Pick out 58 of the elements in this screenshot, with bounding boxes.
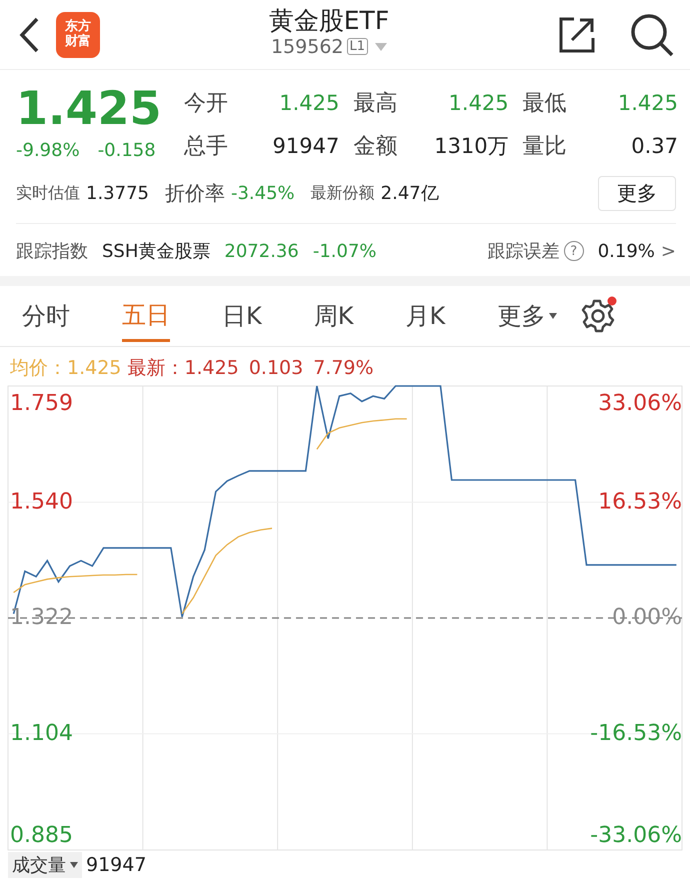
share-icon[interactable]	[558, 16, 596, 54]
price-axis-label: 1.104	[10, 720, 73, 746]
stat-value: 1.425	[279, 91, 340, 116]
index-name: SSH黄金股票	[102, 240, 210, 263]
level-badge: L1	[346, 38, 368, 55]
tracking-label: 跟踪指数	[16, 240, 88, 263]
fund-title: 黄金股ETF	[268, 6, 390, 36]
search-icon[interactable]	[630, 12, 674, 56]
price-axis-label: 0.885	[10, 823, 73, 848]
latest-percent: 7.79%	[313, 357, 374, 379]
info-value: -3.45%	[230, 182, 295, 204]
index-value: 2072.36	[224, 240, 299, 262]
tracking-error-label: 跟踪误差	[488, 240, 560, 263]
index-change: -1.07%	[312, 240, 377, 262]
stat-value: 1.425	[618, 91, 678, 116]
percent-axis-label: -16.53%	[590, 720, 682, 746]
tracking-error-value: 0.19%	[598, 240, 655, 262]
percent-axis-label: 0.00%	[612, 605, 682, 630]
info-value: 1.3775	[86, 182, 149, 204]
chart-tab[interactable]: 分时	[22, 292, 70, 340]
percent-axis-label: 33.06%	[598, 391, 682, 416]
price-axis-label: 1.322	[10, 605, 73, 630]
fund-code: 159562	[270, 36, 344, 58]
price-axis-label: 1.759	[10, 391, 73, 416]
stat-value: 91947	[272, 134, 340, 158]
info-label: 实时估值	[16, 182, 80, 204]
stat-label: 金额	[353, 132, 398, 161]
percent-axis-label: 16.53%	[598, 489, 682, 514]
chart-tab[interactable]: 周K	[314, 292, 354, 340]
info-value: 2.47亿	[380, 182, 439, 205]
volume-dropdown[interactable]: 成交量	[8, 852, 82, 878]
more-menu-tab[interactable]: 更多	[497, 292, 558, 340]
volume-value: 91947	[86, 854, 146, 876]
stat-label: 最低	[522, 90, 567, 118]
help-icon[interactable]: ?	[564, 241, 584, 261]
stat-value: 1.425	[448, 91, 509, 116]
back-icon[interactable]	[18, 16, 40, 54]
change-percent: -9.98%	[16, 140, 80, 161]
stat-label: 今开	[184, 90, 228, 118]
average-price-label: 均价：1.425	[10, 356, 122, 381]
last-price: 1.425	[16, 80, 163, 136]
chevron-link[interactable]: >	[660, 240, 676, 262]
stat-label: 最高	[353, 90, 398, 118]
percent-axis-label: -33.06%	[590, 823, 682, 848]
info-label: 最新份额	[310, 182, 375, 204]
stat-value: 0.37	[631, 134, 678, 158]
stat-label: 量比	[522, 132, 567, 161]
stat-value: 1310万	[434, 132, 509, 160]
stat-label: 总手	[184, 132, 228, 161]
app-logo: 东方 财富	[56, 12, 100, 58]
more-button[interactable]: 更多	[598, 176, 676, 210]
latest-price-label: 最新：1.425	[127, 356, 239, 381]
chart-tab[interactable]: 月K	[406, 292, 446, 340]
change-amount: -0.158	[98, 140, 156, 161]
price-axis-label: 1.540	[10, 489, 73, 514]
chart-tab[interactable]: 日K	[222, 292, 262, 340]
latest-change: 0.103	[248, 357, 304, 379]
info-label: 折价率	[164, 180, 225, 206]
